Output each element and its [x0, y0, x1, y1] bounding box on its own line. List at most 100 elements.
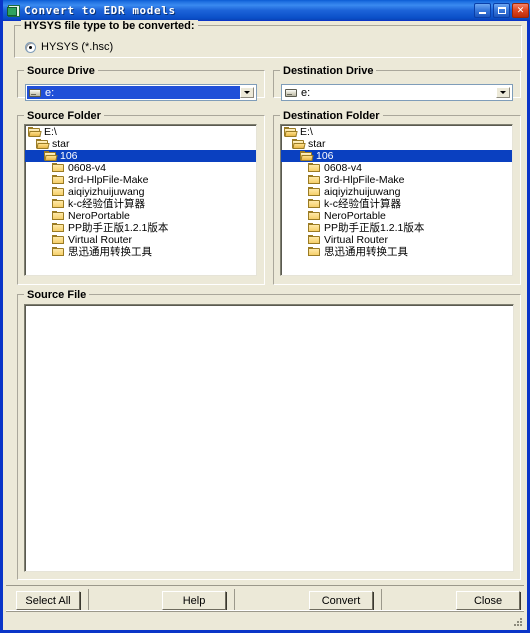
tree-item-label: E:\ [44, 126, 57, 138]
tree-item-label: 106 [316, 150, 334, 162]
tree-item[interactable]: aiqiyizhuijuwang [25, 186, 256, 198]
chevron-down-icon[interactable] [496, 87, 510, 98]
folder-icon [52, 223, 65, 233]
folder-icon [52, 247, 65, 257]
source-file-list[interactable] [24, 304, 514, 572]
tree-item[interactable]: E:\ [281, 126, 512, 138]
tree-item[interactable]: k-c经验值计算器 [281, 198, 512, 210]
hysys-radio-label: HYSYS (*.hsc) [41, 41, 114, 53]
window-title: Convert to EDR models [24, 3, 176, 17]
convert-button[interactable]: Convert [309, 591, 373, 610]
folder-icon [52, 211, 65, 221]
tree-item[interactable]: 0608-v4 [25, 162, 256, 174]
tree-item-label: 思迅通用转换工具 [324, 246, 408, 258]
tree-item-label: 0608-v4 [68, 162, 106, 174]
tree-item-label: NeroPortable [68, 210, 130, 222]
folder-icon [52, 175, 65, 185]
source-drive-group-label: Source Drive [24, 65, 98, 77]
tree-item[interactable]: 106 [25, 150, 256, 162]
button-separator [234, 589, 235, 611]
status-bar [6, 610, 524, 627]
drive-icon [285, 88, 297, 97]
destination-drive-group-label: Destination Drive [280, 65, 377, 77]
tree-item[interactable]: 思迅通用转换工具 [281, 246, 512, 258]
minimize-button[interactable] [474, 2, 491, 18]
help-button[interactable]: Help [162, 591, 226, 610]
tree-item-label: 0608-v4 [324, 162, 362, 174]
tree-item[interactable]: star [25, 138, 256, 150]
tree-item[interactable]: 3rd-HlpFile-Make [281, 174, 512, 186]
folder-icon [52, 199, 65, 209]
tree-item[interactable]: NeroPortable [281, 210, 512, 222]
folder-open-icon [36, 139, 50, 149]
tree-item-label: aiqiyizhuijuwang [324, 186, 401, 198]
tree-item[interactable]: k-c经验值计算器 [25, 198, 256, 210]
drive-icon [29, 88, 41, 97]
tree-item[interactable]: 106 [281, 150, 512, 162]
application-window: Convert to EDR models ✕ HYSYS file type … [0, 0, 530, 633]
tree-item-label: k-c经验值计算器 [68, 198, 145, 210]
folder-icon [52, 163, 65, 173]
tree-item-label: NeroPortable [324, 210, 386, 222]
destination-drive-select[interactable]: e: [281, 84, 513, 101]
hysys-radio-row[interactable]: HYSYS (*.hsc) [25, 41, 113, 53]
title-bar[interactable]: Convert to EDR models ✕ [3, 0, 530, 21]
button-row-divider [6, 585, 524, 586]
tree-item-label: Virtual Router [324, 234, 389, 246]
file-type-group-label: HYSYS file type to be converted: [21, 20, 198, 32]
window-controls: ✕ [474, 2, 529, 18]
folder-icon [308, 175, 321, 185]
tree-item[interactable]: 3rd-HlpFile-Make [25, 174, 256, 186]
source-folder-group-label: Source Folder [24, 110, 104, 122]
tree-item-label: E:\ [300, 126, 313, 138]
tree-item[interactable]: 思迅通用转换工具 [25, 246, 256, 258]
close-button[interactable]: Close [456, 591, 520, 610]
tree-item[interactable]: Virtual Router [25, 234, 256, 246]
destination-drive-value: e: [301, 86, 311, 99]
radio-icon[interactable] [25, 41, 36, 53]
tree-item-label: PP助手正版1.2.1版本 [324, 222, 425, 234]
chevron-down-icon[interactable] [240, 87, 254, 98]
folder-icon [308, 247, 321, 257]
destination-folder-tree[interactable]: E:\ star 106 0608-v4 3rd-HlpFile-Make aiqiyiz… [280, 124, 513, 276]
folder-open-icon [284, 127, 298, 137]
folder-icon [308, 199, 321, 209]
source-drive-select[interactable]: e: [25, 84, 257, 101]
tree-item-label: k-c经验值计算器 [324, 198, 401, 210]
tree-item[interactable]: 0608-v4 [281, 162, 512, 174]
tree-item-label: aiqiyizhuijuwang [68, 186, 145, 198]
source-drive-value: e: [45, 86, 55, 99]
folder-icon [52, 187, 65, 197]
tree-item[interactable]: PP助手正版1.2.1版本 [281, 222, 512, 234]
folder-icon [308, 235, 321, 245]
maximize-button[interactable] [493, 2, 510, 18]
tree-item[interactable]: NeroPortable [25, 210, 256, 222]
resize-grip-icon[interactable] [510, 614, 522, 626]
tree-item-label: star [52, 138, 70, 150]
folder-open-icon [44, 151, 58, 161]
tree-item[interactable]: star [281, 138, 512, 150]
tree-item-label: 3rd-HlpFile-Make [324, 174, 405, 186]
tree-item-label: 106 [60, 150, 78, 162]
destination-folder-group-label: Destination Folder [280, 110, 383, 122]
tree-item[interactable]: PP助手正版1.2.1版本 [25, 222, 256, 234]
folder-icon [308, 223, 321, 233]
close-window-button[interactable]: ✕ [512, 2, 529, 18]
source-file-group-label: Source File [24, 289, 90, 301]
tree-item[interactable]: aiqiyizhuijuwang [281, 186, 512, 198]
select-all-button[interactable]: Select All [16, 591, 80, 610]
button-separator [381, 589, 382, 611]
tree-item-label: star [308, 138, 326, 150]
tree-item-label: Virtual Router [68, 234, 133, 246]
tree-item-label: PP助手正版1.2.1版本 [68, 222, 169, 234]
tree-item-label: 思迅通用转换工具 [68, 246, 152, 258]
tree-item[interactable]: E:\ [25, 126, 256, 138]
folder-open-icon [28, 127, 42, 137]
folder-icon [52, 235, 65, 245]
folder-open-icon [292, 139, 306, 149]
folder-icon [308, 163, 321, 173]
tree-item[interactable]: Virtual Router [281, 234, 512, 246]
folder-icon [308, 187, 321, 197]
source-folder-tree[interactable]: E:\ star 106 0608-v4 3rd-HlpFile-Make aiqiyiz… [24, 124, 257, 276]
folder-icon [308, 211, 321, 221]
